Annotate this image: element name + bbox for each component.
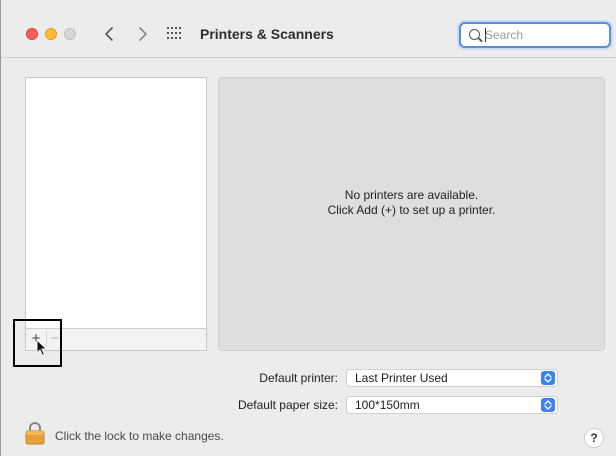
default-printer-select[interactable]: Last Printer Used xyxy=(346,369,558,387)
show-all-grid-icon[interactable] xyxy=(167,27,181,39)
add-printer-hint: Click Add (+) to set up a printer. xyxy=(327,203,496,217)
close-window-button[interactable] xyxy=(26,28,38,40)
no-printers-line: No printers are available. xyxy=(344,188,479,202)
no-printers-message: No printers are available. Click Add (+)… xyxy=(219,188,604,218)
chevron-right-icon xyxy=(139,27,147,41)
back-button[interactable] xyxy=(100,23,120,45)
lock-icon[interactable] xyxy=(25,421,45,445)
search-field[interactable] xyxy=(459,22,611,48)
search-input[interactable] xyxy=(485,27,595,43)
minimize-window-button[interactable] xyxy=(45,28,57,40)
select-stepper-icon xyxy=(541,398,555,412)
paper-size-label: Default paper size: xyxy=(237,398,338,412)
default-printer-value: Last Printer Used xyxy=(355,371,448,385)
title-bar: Printers & Scanners xyxy=(1,0,616,58)
system-preferences-window: Printers & Scanners + − No printers are … xyxy=(0,0,616,456)
printer-list[interactable]: + − xyxy=(25,77,207,351)
paper-size-select[interactable]: 100*150mm xyxy=(346,396,558,414)
printer-detail-panel: No printers are available. Click Add (+)… xyxy=(218,77,605,351)
default-printer-label: Default printer: xyxy=(259,371,338,385)
forward-button[interactable] xyxy=(132,23,152,45)
paper-size-value: 100*150mm xyxy=(355,398,420,412)
select-stepper-icon xyxy=(541,371,555,385)
zoom-window-button[interactable] xyxy=(64,28,76,40)
window-title: Printers & Scanners xyxy=(200,26,334,42)
help-button[interactable]: ? xyxy=(584,428,604,448)
mouse-pointer-icon xyxy=(36,339,48,357)
search-icon xyxy=(469,29,480,40)
chevron-left-icon xyxy=(105,27,113,41)
lock-status-text: Click the lock to make changes. xyxy=(55,429,224,443)
